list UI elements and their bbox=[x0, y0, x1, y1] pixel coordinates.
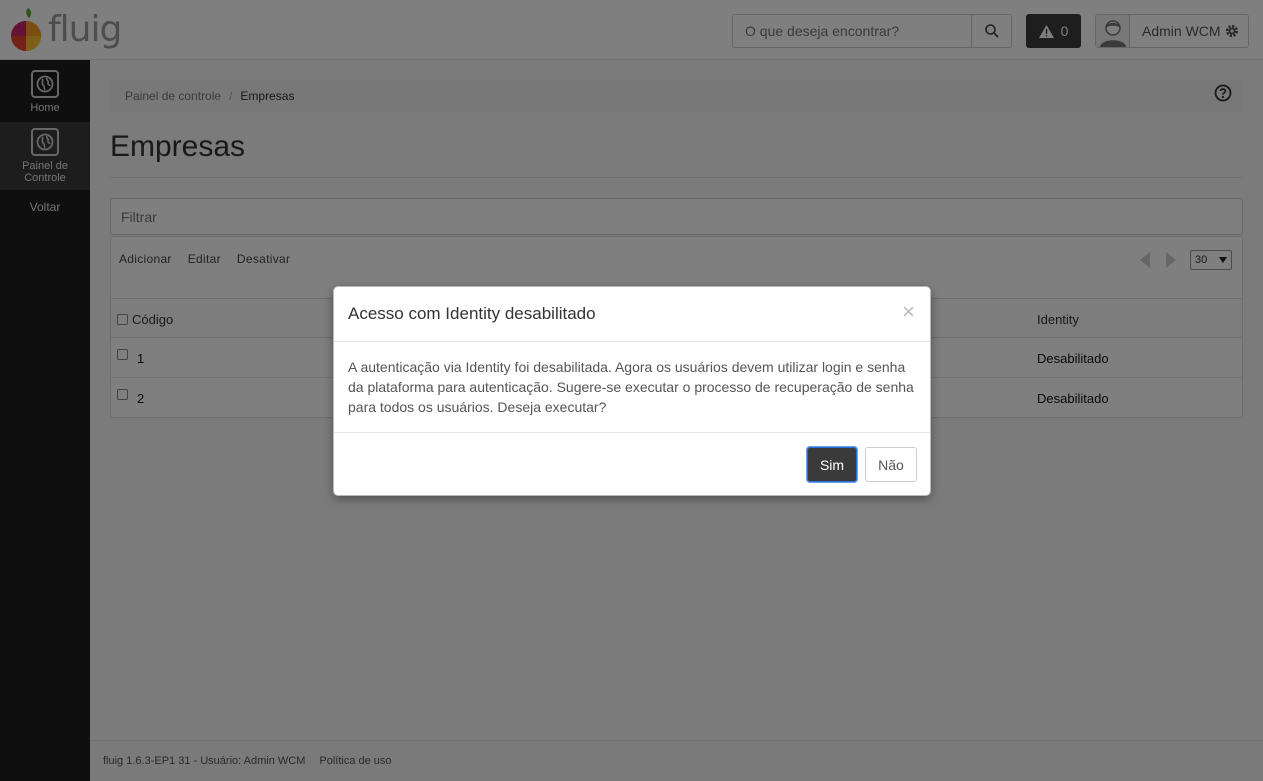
modal-header: Acesso com Identity desabilitado × bbox=[334, 287, 930, 342]
close-icon[interactable]: × bbox=[902, 301, 915, 323]
no-button[interactable]: Não bbox=[865, 447, 917, 482]
yes-button[interactable]: Sim bbox=[807, 447, 857, 482]
identity-disabled-dialog: Acesso com Identity desabilitado × A aut… bbox=[333, 286, 931, 496]
modal-title: Acesso com Identity desabilitado bbox=[348, 304, 596, 323]
modal-message: A autenticação via Identity foi desabili… bbox=[334, 342, 930, 433]
modal-footer: Sim Não bbox=[334, 433, 930, 495]
